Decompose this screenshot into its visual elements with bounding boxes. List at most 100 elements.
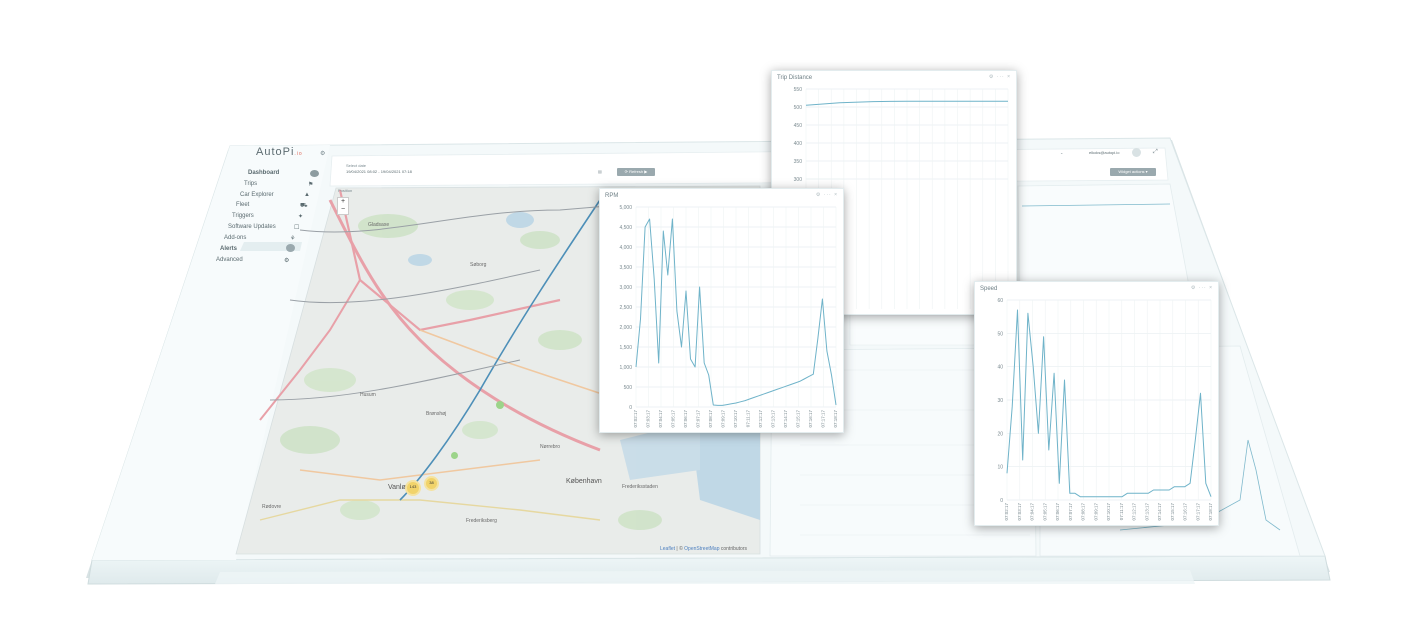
y-tick-label: 400 xyxy=(794,141,803,147)
y-tick-label: 30 xyxy=(997,398,1003,404)
x-tick-label: 07:08:17 xyxy=(708,410,713,428)
x-tick-label: 07:02:17 xyxy=(633,410,638,428)
x-tick-label: 07:11:17 xyxy=(746,410,751,428)
map-marker-2[interactable] xyxy=(451,452,458,459)
attribution-tail: contributors xyxy=(719,546,747,552)
y-tick-label: 60 xyxy=(997,298,1003,304)
y-tick-label: 450 xyxy=(794,123,803,129)
sidebar-item-fleet[interactable]: Fleet xyxy=(236,202,249,208)
advanced-icon: ⚙ xyxy=(284,258,290,264)
zoom-out-button[interactable]: − xyxy=(338,206,348,214)
y-tick-label: 3,500 xyxy=(619,265,632,271)
screenshot-stage: AutoPi.io ⚙ Dashboard Trips Car Explorer… xyxy=(0,0,1417,631)
logo-text: AutoPi xyxy=(256,146,295,158)
collapse-menu-icon[interactable]: ⚙ xyxy=(320,150,325,157)
y-tick-label: 20 xyxy=(997,431,1003,437)
date-range-input[interactable]: 19/04/2021 08:02 - 19/04/2021 07:18 xyxy=(346,169,412,174)
sidebar-item-triggers[interactable]: Triggers xyxy=(232,213,254,219)
refresh-label: Refresh xyxy=(629,169,644,174)
x-tick-label: 07:03:17 xyxy=(1017,503,1022,521)
map-cluster-1[interactable]: 143 xyxy=(405,480,421,496)
x-tick-label: 07:14:17 xyxy=(1157,503,1162,521)
alerts-icon xyxy=(286,244,295,252)
x-tick-label: 07:13:17 xyxy=(1144,503,1149,521)
rpm-widget: RPM ⚙ ··· × 5,000 4,500 4,000 3,500 3,000 2,5… xyxy=(599,188,844,433)
y-tick-label: 5,000 xyxy=(619,205,632,211)
slab-reflection xyxy=(215,570,1195,584)
sidebar-item-advanced[interactable]: Advanced xyxy=(216,257,243,263)
x-tick-label: 07:11:17 xyxy=(1119,503,1124,521)
y-tick-label: 1,000 xyxy=(619,365,632,371)
x-tick-label: 07:17:17 xyxy=(1195,503,1200,521)
x-tick-label: 07:10:17 xyxy=(1106,503,1111,521)
zoom-in-button[interactable]: + xyxy=(338,198,348,206)
osm-link[interactable]: OpenStreetMap xyxy=(684,546,719,552)
refresh-button[interactable]: ⟳ Refresh ▶ xyxy=(617,168,655,176)
x-tick-label: 07:07:17 xyxy=(696,410,701,428)
triggers-icon: ✦ xyxy=(298,214,304,220)
x-tick-label: 07:08:17 xyxy=(1081,503,1086,521)
y-tick-label: 350 xyxy=(794,159,803,165)
y-tick-label: 0 xyxy=(1000,498,1003,504)
map-marker-1[interactable] xyxy=(496,401,504,409)
dashboard-icon xyxy=(310,170,319,177)
x-tick-label: 07:09:17 xyxy=(721,410,726,428)
sidebar-item-car-explorer[interactable]: Car Explorer xyxy=(240,192,274,198)
map-label-husum: Husum xyxy=(360,392,376,398)
rpm-chart: 5,000 4,500 4,000 3,500 3,000 2,500 2,000 1,500… xyxy=(619,205,838,428)
date-label: Select date xyxy=(346,163,367,168)
x-tick-label: 07:15:17 xyxy=(1170,503,1175,521)
map-label-frederiksstaden: Frederiksstaden xyxy=(622,484,658,490)
user-email[interactable]: elkoks@autopi.io xyxy=(1089,150,1120,155)
x-tick-label: 07:05:17 xyxy=(1042,503,1047,521)
car-explorer-icon: ▲ xyxy=(304,192,310,198)
calendar-icon[interactable]: ▤ xyxy=(598,169,602,174)
x-tick-label: 07:06:17 xyxy=(1055,503,1060,521)
x-tick-label: 07:07:17 xyxy=(1068,503,1073,521)
logo-suffix: .io xyxy=(294,151,303,157)
x-tick-label: 07:03:17 xyxy=(646,410,651,428)
dropdown-chevron-icon[interactable]: ⌄ xyxy=(1060,150,1063,155)
autopi-logo[interactable]: AutoPi.io xyxy=(256,146,303,158)
x-tick-label: 07:16:17 xyxy=(808,410,813,428)
map-attribution: Leaflet | © OpenStreetMap contributors xyxy=(660,546,747,552)
map-label-rodovre: Rødovre xyxy=(262,504,282,510)
y-tick-label: 50 xyxy=(997,331,1003,337)
play-icon: ▶ xyxy=(644,169,648,174)
sidebar-item-alerts[interactable]: Alerts xyxy=(220,246,237,252)
y-tick-label: 3,000 xyxy=(619,285,632,291)
sidebar-item-software-updates[interactable]: Software Updates xyxy=(228,224,276,230)
trips-icon: ⚑ xyxy=(308,182,314,188)
x-tick-label: 07:13:17 xyxy=(771,410,776,428)
y-tick-label: 2,500 xyxy=(619,305,632,311)
map-label-frederiksberg: Frederiksberg xyxy=(466,518,497,524)
y-tick-label: 500 xyxy=(624,385,633,391)
widget-actions-button[interactable]: Widget actions ▾ xyxy=(1110,168,1156,176)
sidebar-item-trips[interactable]: Trips xyxy=(244,181,257,187)
x-tick-label: 07:09:17 xyxy=(1093,503,1098,521)
map-title: Position xyxy=(338,188,353,193)
x-tick-label: 07:05:17 xyxy=(671,410,676,428)
add-ons-icon: ⚘ xyxy=(290,236,296,242)
x-tick-label: 07:17:17 xyxy=(821,410,826,428)
map-label-norrebro: Nørrebro xyxy=(540,444,561,450)
map-label-soborg: Søborg xyxy=(470,262,487,268)
software-updates-icon: ☐ xyxy=(294,225,300,231)
y-tick-label: 10 xyxy=(997,465,1003,471)
avatar[interactable] xyxy=(1132,148,1141,157)
y-tick-label: 550 xyxy=(794,87,803,93)
expand-icon[interactable]: ⤢ xyxy=(1153,149,1158,156)
map-label-bronshoj: Brønshøj xyxy=(426,411,447,417)
sidebar-item-add-ons[interactable]: Add-ons xyxy=(224,235,246,241)
y-tick-label: 0 xyxy=(629,405,632,411)
map-cluster-2[interactable]: 38 xyxy=(424,476,439,491)
x-tick-label: 07:18:17 xyxy=(1208,503,1213,521)
x-tick-label: 07:12:17 xyxy=(758,410,763,428)
map-label-gladsaxe: Gladsaxe xyxy=(368,222,390,228)
sidebar-item-dashboard[interactable]: Dashboard xyxy=(248,170,279,176)
leaflet-link[interactable]: Leaflet xyxy=(660,546,675,552)
widget-actions-label: Widget actions xyxy=(1118,169,1145,174)
x-tick-label: 07:04:17 xyxy=(1030,503,1035,521)
x-tick-label: 07:12:17 xyxy=(1132,503,1137,521)
y-tick-label: 4,000 xyxy=(619,245,632,251)
